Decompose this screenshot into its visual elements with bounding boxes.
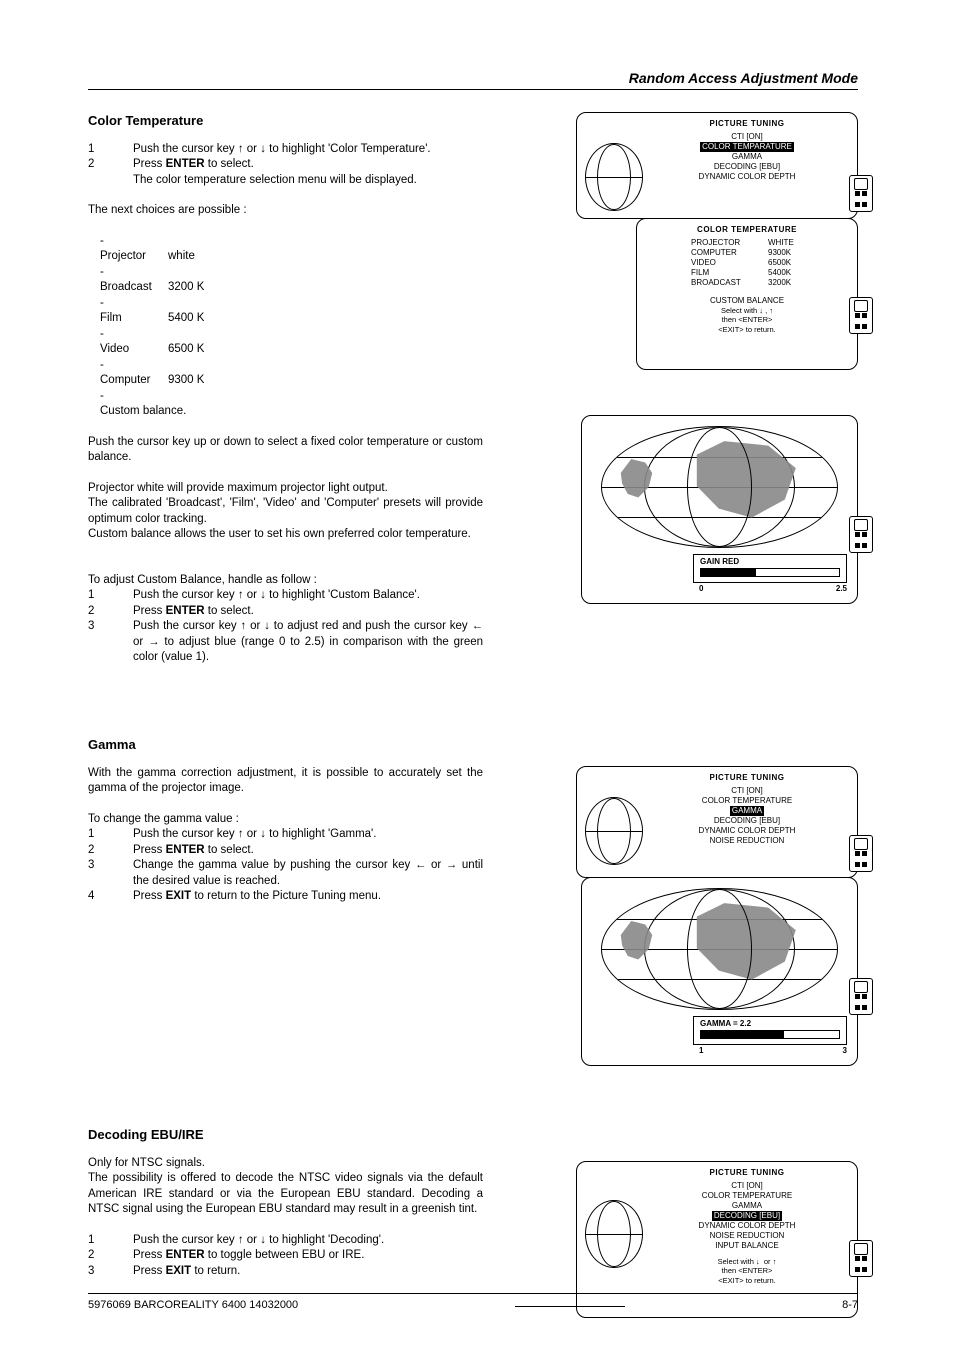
osd-picture-tuning-gamma: PICTURE TUNING CTI [ON] COLOR TEMPERATUR… <box>576 766 858 878</box>
osd-color-temp-list: COLOR TEMPERATURE PROJECTORWHITE COMPUTE… <box>636 218 858 370</box>
page-header: Random Access Adjustment Mode <box>88 70 858 90</box>
section-color-temp: Color Temperature 1Push the cursor key ↑… <box>88 112 483 666</box>
globe-icon <box>585 143 643 211</box>
remote-icon <box>849 978 873 1015</box>
osd-picture-tuning-ct: PICTURE TUNING CTI [ON] COLOR TEMPARATUR… <box>576 112 858 219</box>
arrow-left-icon: ← <box>472 620 484 632</box>
footer-right: 8-7 <box>842 1299 858 1311</box>
heading-gamma: Gamma <box>88 736 483 754</box>
remote-icon <box>849 1240 873 1277</box>
globe-icon <box>601 426 838 548</box>
options-list: Projectorwhite Broadcast3200 K Film5400 … <box>88 234 483 420</box>
footer-rule <box>515 1306 625 1311</box>
osd-gain-red: GAIN RED 02.5 <box>581 415 858 604</box>
remote-icon <box>849 297 873 334</box>
gamma-bar <box>701 1031 784 1038</box>
footer-left: 5976069 BARCOREALITY 6400 14032000 <box>88 1299 298 1311</box>
remote-icon <box>849 835 873 872</box>
heading-color-temp: Color Temperature <box>88 112 483 130</box>
globe-icon <box>601 888 838 1010</box>
section-decoding: Decoding EBU/IRE Only for NTSC signals. … <box>88 1126 483 1318</box>
section-gamma: Gamma With the gamma correction adjustme… <box>88 736 483 1066</box>
arrow-right-icon: → <box>446 859 458 871</box>
page-footer: 5976069 BARCOREALITY 6400 14032000 8-7 <box>88 1293 858 1311</box>
globe-icon <box>585 1200 643 1268</box>
gain-bar <box>701 569 756 576</box>
arrow-left-icon: ← <box>415 859 427 871</box>
remote-icon <box>849 175 873 212</box>
osd-gamma-value: GAMMA = 2.2 13 <box>581 877 858 1066</box>
arrow-right-icon: → <box>148 636 160 648</box>
globe-icon <box>585 797 643 865</box>
remote-icon <box>849 516 873 553</box>
heading-decoding: Decoding EBU/IRE <box>88 1126 483 1144</box>
